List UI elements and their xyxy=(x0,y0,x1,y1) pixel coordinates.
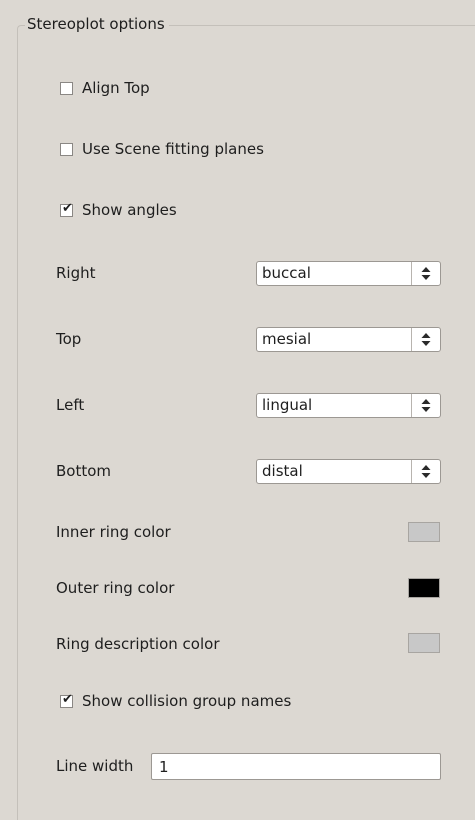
show-collision-group-names-label: Show collision group names xyxy=(82,692,292,710)
left-direction-value: lingual xyxy=(262,396,313,414)
up-down-arrows-icon xyxy=(411,328,440,351)
top-direction-value: mesial xyxy=(262,330,312,348)
stereoplot-options-panel: Stereoplot options Align Top Use Scene f… xyxy=(0,0,475,820)
show-angles-label: Show angles xyxy=(82,201,177,219)
use-scene-fitting-planes-checkbox[interactable] xyxy=(60,142,73,156)
outer-ring-color-swatch[interactable] xyxy=(408,578,440,598)
use-scene-fitting-planes-label: Use Scene fitting planes xyxy=(82,140,264,158)
line-width-label: Line width xyxy=(56,757,134,775)
group-title: Stereoplot options xyxy=(25,14,169,34)
up-down-arrows-icon xyxy=(411,460,440,483)
align-top-label: Align Top xyxy=(82,79,150,97)
checkmark-icon: ✔ xyxy=(62,691,73,707)
ring-description-color-swatch[interactable] xyxy=(408,633,440,653)
ring-description-color-label: Ring description color xyxy=(56,635,220,653)
up-down-arrows-icon xyxy=(411,394,440,417)
left-label: Left xyxy=(56,396,85,414)
right-direction-value: buccal xyxy=(262,264,311,282)
top-label: Top xyxy=(56,330,82,348)
left-direction-select[interactable]: lingual xyxy=(256,393,441,418)
show-angles-checkbox[interactable]: ✔ xyxy=(60,200,73,217)
checkmark-icon: ✔ xyxy=(62,200,73,216)
show-collision-group-names-checkbox[interactable]: ✔ xyxy=(60,691,73,708)
inner-ring-color-swatch[interactable] xyxy=(408,522,440,542)
show-collision-group-names-checkbox-row[interactable]: ✔ Show collision group names xyxy=(60,691,291,711)
outer-ring-color-label: Outer ring color xyxy=(56,579,175,597)
line-width-input[interactable] xyxy=(151,753,441,780)
bottom-direction-value: distal xyxy=(262,462,303,480)
use-scene-fitting-planes-checkbox-row[interactable]: Use Scene fitting planes xyxy=(60,139,264,159)
up-down-arrows-icon xyxy=(411,262,440,285)
bottom-label: Bottom xyxy=(56,462,112,480)
inner-ring-color-label: Inner ring color xyxy=(56,523,171,541)
right-direction-select[interactable]: buccal xyxy=(256,261,441,286)
show-angles-checkbox-row[interactable]: ✔ Show angles xyxy=(60,200,177,220)
align-top-checkbox-row[interactable]: Align Top xyxy=(60,78,150,98)
align-top-checkbox[interactable] xyxy=(60,81,73,95)
bottom-direction-select[interactable]: distal xyxy=(256,459,441,484)
top-direction-select[interactable]: mesial xyxy=(256,327,441,352)
right-label: Right xyxy=(56,264,96,282)
